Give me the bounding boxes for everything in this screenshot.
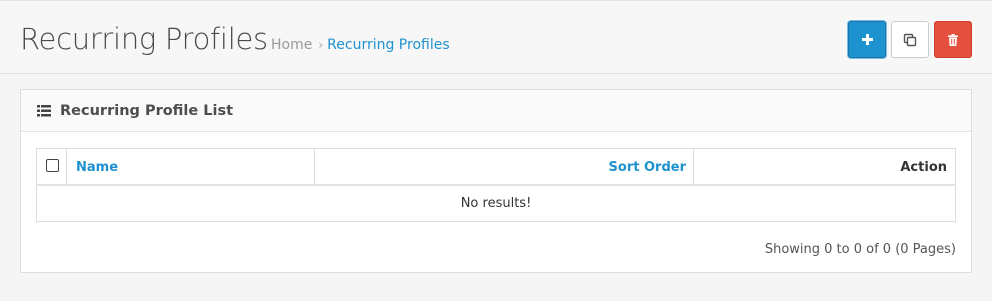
breadcrumb: Home › Recurring Profiles — [271, 37, 450, 53]
select-all-checkbox[interactable] — [46, 159, 59, 172]
panel-heading: Recurring Profile List — [21, 90, 971, 132]
select-all-cell — [37, 149, 67, 184]
profiles-table: Name Sort Order Action No results! — [36, 148, 956, 222]
table-header: Name Sort Order Action — [37, 149, 955, 186]
list-icon — [37, 105, 51, 117]
copy-button[interactable] — [891, 21, 929, 58]
page-header: Recurring Profiles Home › Recurring Profil… — [0, 0, 992, 74]
action-column-label: Action — [900, 160, 947, 175]
plus-icon — [861, 34, 873, 45]
delete-button[interactable] — [934, 21, 972, 58]
pagination-summary: Showing 0 to 0 of 0 (0 Pages) — [764, 242, 956, 257]
breadcrumb-separator: › — [318, 38, 324, 52]
breadcrumb-home-link[interactable]: Home — [271, 37, 312, 53]
empty-row: No results! — [37, 186, 955, 221]
panel-title: Recurring Profile List — [60, 103, 234, 119]
sort-order-column-header: Sort Order — [315, 149, 694, 184]
page-title: Recurring Profiles — [20, 22, 268, 56]
add-button[interactable] — [848, 21, 886, 58]
copy-icon — [903, 33, 917, 46]
recurring-profile-panel: Recurring Profile List Name Sort Order A… — [20, 89, 972, 273]
name-column-header: Name — [67, 149, 315, 184]
sort-by-name-link[interactable]: Name — [76, 160, 118, 175]
sort-by-sort-order-link[interactable]: Sort Order — [609, 160, 686, 175]
breadcrumb-current-link[interactable]: Recurring Profiles — [327, 37, 449, 53]
action-column-header: Action — [694, 149, 955, 184]
trash-icon — [948, 33, 958, 46]
empty-message: No results! — [460, 196, 532, 211]
